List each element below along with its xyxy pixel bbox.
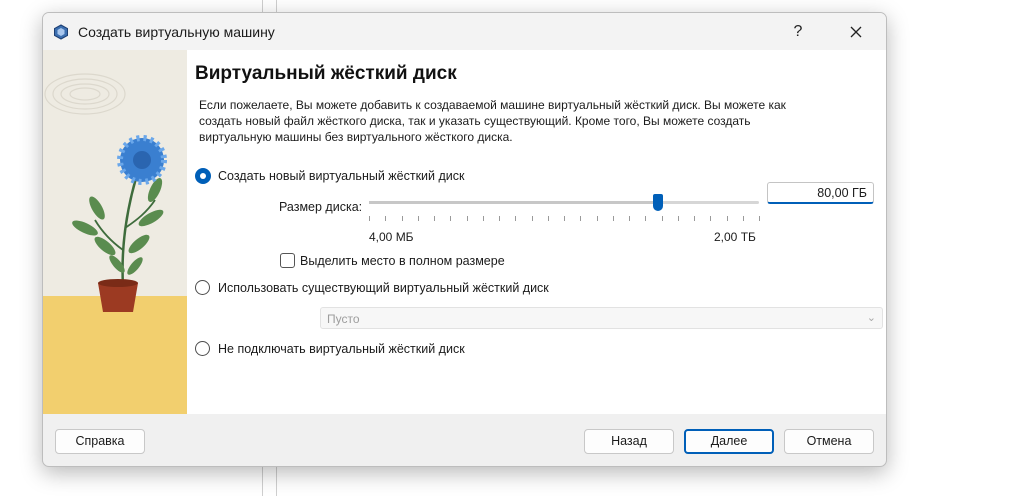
create-vm-dialog: Создать виртуальную машину ? Виртуальный… bbox=[42, 12, 887, 467]
page-heading: Виртуальный жёсткий диск bbox=[195, 63, 457, 84]
slider-fill bbox=[369, 201, 658, 204]
cancel-button[interactable]: Отмена bbox=[784, 429, 874, 454]
disk-size-slider[interactable] bbox=[369, 201, 759, 204]
wizard-page: Виртуальный жёсткий диск Если пожелаете,… bbox=[187, 50, 886, 414]
virtualbox-icon bbox=[54, 24, 68, 40]
slider-thumb[interactable] bbox=[652, 194, 663, 211]
existing-disk-selected: Пусто bbox=[327, 312, 360, 326]
radio-use-existing-label[interactable]: Использовать существующий виртуальный жё… bbox=[218, 281, 549, 295]
slider-tick bbox=[645, 216, 646, 221]
window-title: Создать виртуальную машину bbox=[78, 24, 275, 40]
page-description: Если пожелаете, Вы можете добавить к соз… bbox=[199, 98, 786, 144]
slider-tick bbox=[385, 216, 386, 221]
slider-tick bbox=[450, 216, 451, 221]
preallocate-checkbox[interactable] bbox=[280, 253, 295, 268]
slider-tick bbox=[678, 216, 679, 221]
close-icon bbox=[850, 26, 862, 38]
disk-size-input[interactable]: 80,00 ГБ bbox=[767, 182, 874, 204]
radio-create-new[interactable] bbox=[195, 168, 211, 184]
preallocate-label[interactable]: Выделить место в полном размере bbox=[300, 254, 505, 268]
flower-icon bbox=[117, 135, 167, 185]
slider-tick bbox=[515, 216, 516, 221]
help-button[interactable]: Справка bbox=[55, 429, 145, 454]
slider-max-label: 2,00 ТБ bbox=[714, 230, 756, 244]
radio-no-disk[interactable] bbox=[195, 341, 210, 356]
slider-tick bbox=[564, 216, 565, 221]
title-bar: Создать виртуальную машину ? bbox=[43, 13, 886, 50]
slider-tick bbox=[402, 216, 403, 221]
slider-tick bbox=[467, 216, 468, 221]
slider-tick bbox=[743, 216, 744, 221]
next-button[interactable]: Далее bbox=[684, 429, 774, 454]
slider-tick bbox=[662, 216, 663, 221]
back-button[interactable]: Назад bbox=[584, 429, 674, 454]
slider-tick bbox=[613, 216, 614, 221]
slider-tick bbox=[499, 216, 500, 221]
slider-tick bbox=[710, 216, 711, 221]
slider-tick bbox=[580, 216, 581, 221]
slider-tick bbox=[418, 216, 419, 221]
close-button[interactable] bbox=[838, 17, 874, 47]
slider-tick bbox=[434, 216, 435, 221]
slider-tick bbox=[694, 216, 695, 221]
slider-tick bbox=[597, 216, 598, 221]
chevron-down-icon: ⌄ bbox=[866, 312, 876, 324]
slider-tick bbox=[532, 216, 533, 221]
slider-min-label: 4,00 МБ bbox=[369, 230, 414, 244]
help-question-button[interactable]: ? bbox=[783, 18, 813, 46]
slider-tick bbox=[629, 216, 630, 221]
radio-create-new-label[interactable]: Создать новый виртуальный жёсткий диск bbox=[218, 169, 464, 183]
existing-disk-select[interactable]: Пусто ⌄ bbox=[320, 307, 883, 329]
wizard-illustration bbox=[43, 50, 187, 414]
slider-tick bbox=[727, 216, 728, 221]
disk-size-label: Размер диска: bbox=[279, 200, 363, 214]
radio-no-disk-label[interactable]: Не подключать виртуальный жёсткий диск bbox=[218, 342, 465, 356]
radio-use-existing[interactable] bbox=[195, 280, 210, 295]
slider-tick bbox=[548, 216, 549, 221]
slider-tick bbox=[369, 216, 370, 221]
slider-tick bbox=[483, 216, 484, 221]
slider-tick bbox=[759, 216, 760, 221]
